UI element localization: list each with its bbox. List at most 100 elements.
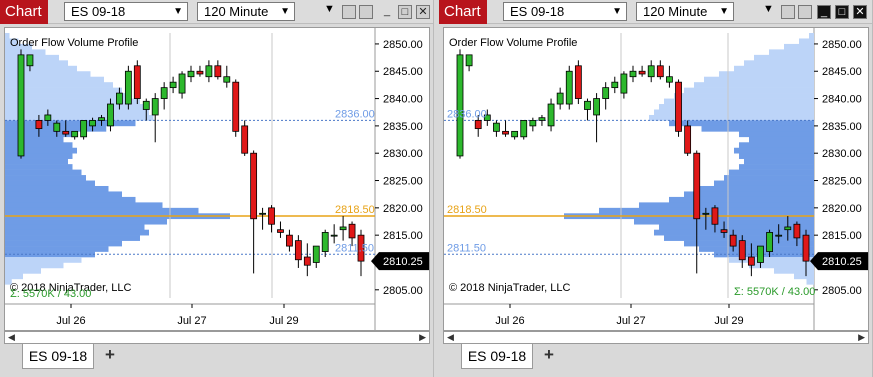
profile-bar xyxy=(5,262,64,269)
time-tick-label: Jul 29 xyxy=(269,315,298,327)
price-tick-label: 2840.00 xyxy=(383,94,423,106)
profile-bar xyxy=(5,158,68,165)
price-tick-label: 2830.00 xyxy=(822,148,862,160)
profile-bar xyxy=(5,33,10,39)
sync-button[interactable] xyxy=(798,5,812,19)
scroll-right-icon[interactable]: ▶ xyxy=(419,332,426,343)
candle-body xyxy=(205,65,213,78)
candle-body xyxy=(629,70,637,78)
instrument-value: ES 09-18 xyxy=(71,4,126,19)
profile-bar xyxy=(5,147,77,154)
profile-bar xyxy=(639,202,814,209)
candle-body xyxy=(711,207,719,225)
candle-body xyxy=(151,98,159,116)
price-tick-label: 2835.00 xyxy=(822,121,862,133)
candle-body xyxy=(250,152,258,220)
price-tick-label: 2820.00 xyxy=(383,203,423,215)
profile-bar xyxy=(739,164,814,170)
interval-selector[interactable]: 120 Minute ▼ xyxy=(636,2,734,21)
title-bar[interactable]: Chart ES 09-18 ▼ 120 Minute ▼ ▼ _ □ ✕ xyxy=(0,0,433,24)
tab-instrument[interactable]: ES 09-18 xyxy=(22,344,94,369)
price-tick-label: 2815.00 xyxy=(383,230,423,242)
price-tick-label: 2805.00 xyxy=(822,285,862,297)
profile-bar xyxy=(749,262,814,269)
candle-body xyxy=(142,100,150,110)
price-tick-label: 2835.00 xyxy=(383,121,423,133)
candle-body xyxy=(107,103,114,127)
scroll-left-icon[interactable]: ◀ xyxy=(8,332,15,343)
horizontal-scrollbar[interactable]: ◀ ▶ xyxy=(4,331,430,344)
indicator-label: Order Flow Volume Profile xyxy=(10,37,139,49)
value-area-high-label: 2836.00 xyxy=(335,108,375,120)
interval-value: 120 Minute xyxy=(643,4,708,19)
candle-body xyxy=(160,87,168,99)
scroll-left-icon[interactable]: ◀ xyxy=(447,332,454,343)
candle-body xyxy=(241,125,249,154)
candle-body xyxy=(465,54,473,67)
restore-button[interactable]: □ xyxy=(835,5,849,19)
candle-body xyxy=(17,54,25,157)
price-tick-label: 2840.00 xyxy=(822,94,862,106)
profile-bar xyxy=(744,60,814,67)
profile-bar xyxy=(684,87,814,94)
candle-body xyxy=(196,70,204,75)
candle-body xyxy=(268,207,275,225)
profile-bar xyxy=(714,180,814,187)
profile-bar xyxy=(729,169,814,176)
profile-bar xyxy=(5,120,136,127)
add-tab-button[interactable]: + xyxy=(98,346,122,366)
price-tick-label: 2825.00 xyxy=(383,176,423,188)
interval-value: 120 Minute xyxy=(204,4,269,19)
maximize-button[interactable]: □ xyxy=(398,5,412,19)
scroll-right-icon[interactable]: ▶ xyxy=(858,332,865,343)
profile-bar xyxy=(5,246,109,252)
chart-pane[interactable]: 2850.00 2845.00 2840.00 2835.00 2830.00 2825.… xyxy=(443,27,869,331)
candle-body xyxy=(666,76,673,83)
profile-bar xyxy=(5,180,95,187)
link-button[interactable] xyxy=(781,5,795,19)
chart-pane[interactable]: 2850.00 2845.00 2840.00 2835.00 2830.00 2825.… xyxy=(4,27,430,331)
candle-body xyxy=(80,120,88,138)
dropdown-menu-icon[interactable]: ▼ xyxy=(324,3,335,15)
candle-body xyxy=(565,70,573,105)
horizontal-scrollbar[interactable]: ◀ ▶ xyxy=(443,331,869,344)
profile-bar xyxy=(659,104,814,110)
close-button[interactable]: ✕ xyxy=(416,5,430,19)
close-button[interactable]: ✕ xyxy=(853,5,867,19)
candle-body xyxy=(538,117,546,121)
profile-bar xyxy=(784,43,814,50)
tab-instrument[interactable]: ES 09-18 xyxy=(461,344,533,369)
profile-bar xyxy=(739,131,814,138)
minimize-button[interactable]: _ xyxy=(817,5,831,19)
profile-bar xyxy=(806,278,814,285)
dropdown-menu-icon[interactable]: ▼ xyxy=(763,3,774,15)
add-tab-button[interactable]: + xyxy=(537,346,561,366)
title-bar[interactable]: Chart ES 09-18 ▼ 120 Minute ▼ ▼ _ □ ✕ xyxy=(439,0,872,24)
candle-body xyxy=(702,212,710,215)
volume-summary: Σ: 5570K / 43.00 xyxy=(10,288,92,300)
profile-bar xyxy=(739,153,814,159)
profile-bar xyxy=(684,191,814,198)
chevron-down-icon: ▼ xyxy=(719,6,729,17)
instrument-selector[interactable]: ES 09-18 ▼ xyxy=(64,2,188,21)
profile-bar xyxy=(5,185,109,192)
profile-bar xyxy=(799,38,814,45)
chevron-down-icon: ▼ xyxy=(173,6,183,17)
price-tick-label: 2805.00 xyxy=(383,285,423,297)
instrument-selector[interactable]: ES 09-18 ▼ xyxy=(503,2,627,21)
window-title: Chart xyxy=(439,0,487,24)
price-tick-label: 2820.00 xyxy=(822,203,862,215)
candle-body xyxy=(312,245,320,263)
profile-bar xyxy=(774,267,814,274)
sync-button[interactable] xyxy=(359,5,373,19)
profile-bar xyxy=(5,65,77,72)
link-button[interactable] xyxy=(342,5,356,19)
time-tick-label: Jul 26 xyxy=(495,315,524,327)
minimize-button[interactable]: _ xyxy=(380,5,394,19)
interval-selector[interactable]: 120 Minute ▼ xyxy=(197,2,295,21)
candle-body xyxy=(793,223,801,239)
candle-body xyxy=(116,92,123,105)
candle-body xyxy=(286,234,293,247)
candle-body xyxy=(35,120,43,130)
profile-bar xyxy=(754,54,814,61)
